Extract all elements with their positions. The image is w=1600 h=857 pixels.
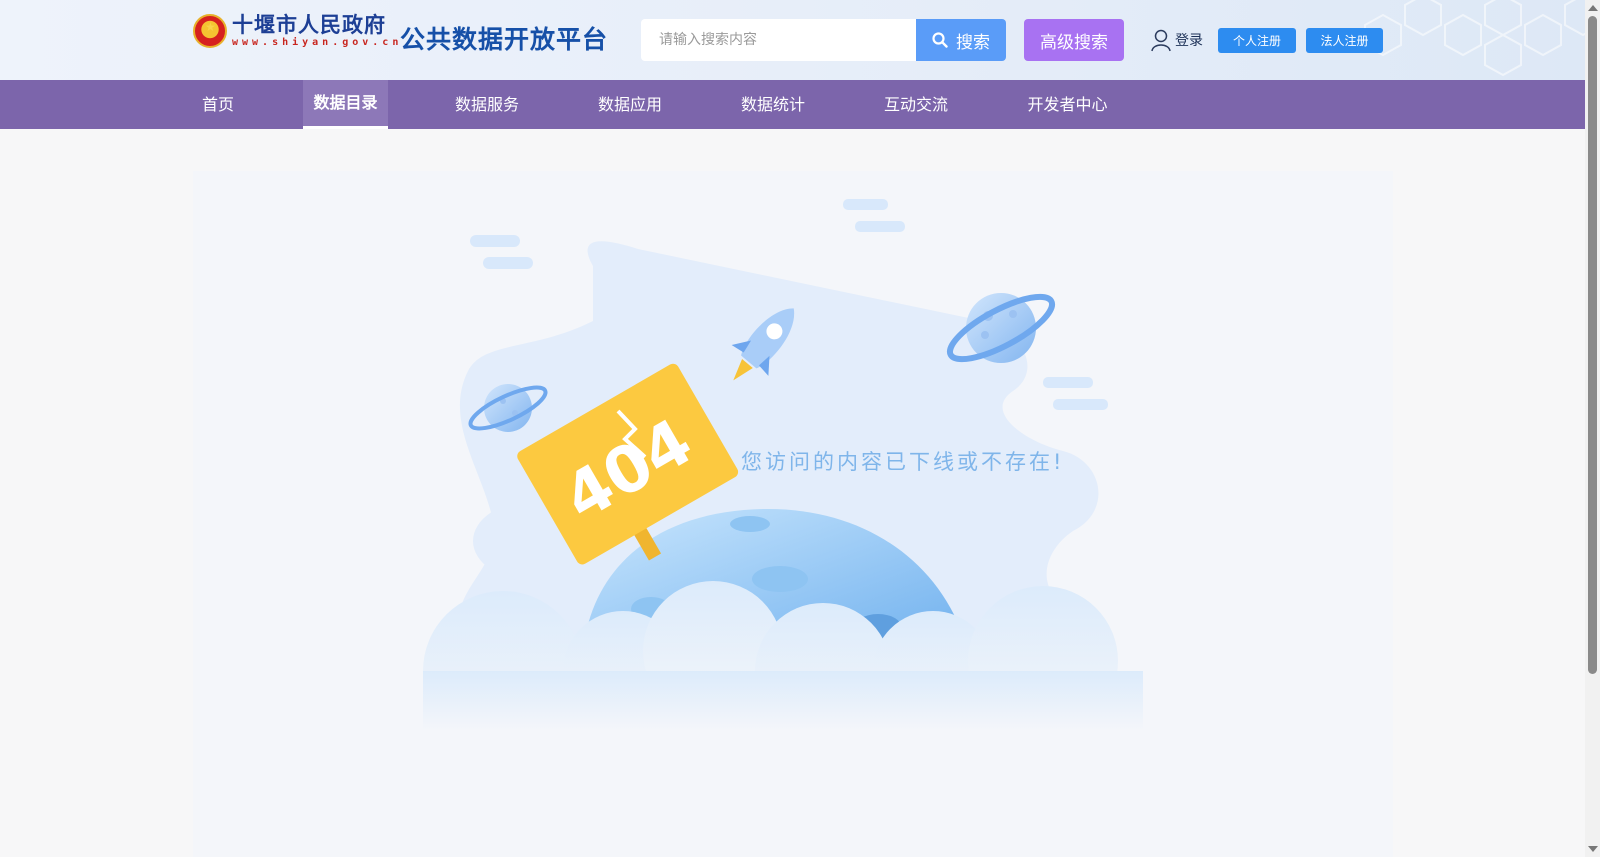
advanced-search-button[interactable]: 高级搜索	[1024, 19, 1124, 61]
register-personal-button[interactable]: 个人注册	[1218, 28, 1296, 53]
nav-item-data-services[interactable]: 数据服务	[447, 80, 527, 129]
nav-item-interaction[interactable]: 互动交流	[876, 80, 956, 129]
site-header: 十堰市人民政府 www.shiyan.gov.cn 公共数据开放平台 搜索 高级…	[0, 0, 1585, 80]
site-logo[interactable]: 十堰市人民政府 www.shiyan.gov.cn	[193, 14, 402, 48]
national-emblem-icon	[193, 14, 227, 48]
logo-url: www.shiyan.gov.cn	[232, 37, 403, 48]
nav-item-developer-center[interactable]: 开发者中心	[1020, 80, 1115, 129]
logo-name: 十堰市人民政府	[232, 12, 386, 37]
login-link[interactable]: 登录	[1150, 28, 1203, 52]
login-label: 登录	[1175, 33, 1203, 49]
nav-item-data-applications[interactable]: 数据应用	[590, 80, 670, 129]
platform-title: 公共数据开放平台	[400, 25, 609, 54]
search-icon	[932, 32, 948, 48]
nav-item-data-catalog[interactable]: 数据目录	[303, 80, 388, 129]
main-nav: 首页 数据目录 数据服务 数据应用 数据统计 互动交流 开发者中心	[0, 80, 1585, 129]
page-scrollbar[interactable]	[1585, 0, 1600, 857]
error-content-panel: 404 您访问的内容已下线或不存在!	[193, 171, 1393, 857]
register-legal-button[interactable]: 法人注册	[1306, 28, 1383, 53]
scroll-up-arrow-icon[interactable]	[1588, 5, 1598, 11]
nav-item-data-statistics[interactable]: 数据统计	[733, 80, 813, 129]
nav-item-home[interactable]: 首页	[193, 80, 243, 129]
error-message: 您访问的内容已下线或不存在!	[741, 450, 1065, 474]
search-button[interactable]: 搜索	[916, 19, 1006, 61]
user-icon	[1151, 29, 1171, 52]
search-input[interactable]	[641, 19, 916, 61]
scrollbar-thumb[interactable]	[1588, 16, 1597, 674]
search-button-label: 搜索	[956, 32, 990, 53]
scroll-down-arrow-icon[interactable]	[1588, 846, 1598, 852]
